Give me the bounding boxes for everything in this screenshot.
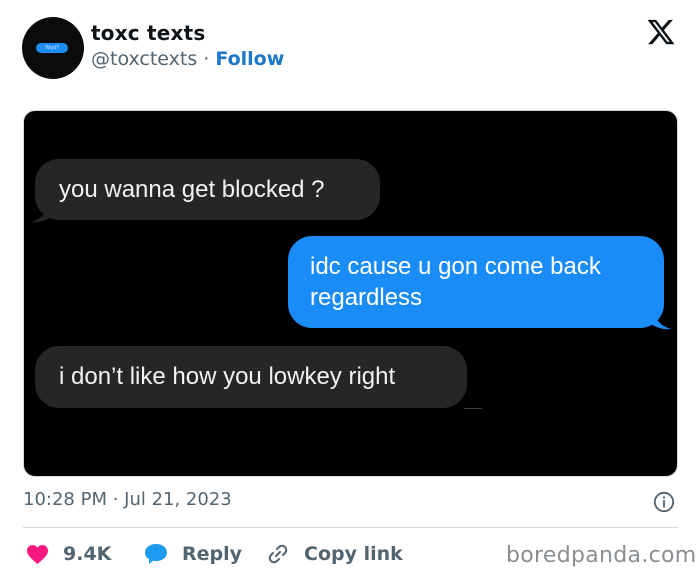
heart-icon bbox=[27, 544, 48, 564]
display-name[interactable]: toxc texts bbox=[91, 21, 206, 45]
reply-label: Reply bbox=[182, 543, 243, 565]
tweet-timestamp[interactable]: 10:28 PM · Jul 21, 2023 bbox=[23, 489, 232, 510]
copy-link-label: Copy link bbox=[304, 543, 403, 565]
message-bubble-incoming: you wanna get blocked ? bbox=[35, 159, 380, 220]
user-handle[interactable]: @toxctexts bbox=[91, 48, 197, 70]
footer-divider bbox=[23, 527, 678, 528]
reply-bubble-icon bbox=[145, 544, 167, 564]
watermark: boredpanda.com bbox=[506, 543, 697, 568]
avatar-badge: Wyd? bbox=[36, 43, 68, 53]
handle-row: @toxctexts · Follow bbox=[91, 48, 284, 70]
tweet-media-image[interactable]: you wanna get blocked ? idc cause u gon … bbox=[23, 110, 678, 477]
divider-line bbox=[464, 408, 482, 409]
copy-link-button[interactable]: Copy link bbox=[266, 541, 403, 567]
message-bubble-outgoing: idc cause u gon come back regardless bbox=[288, 236, 664, 328]
outgoing-line-1: idc cause u gon come back bbox=[310, 253, 601, 280]
like-button[interactable]: 9.4K bbox=[26, 541, 111, 567]
tweet-card: Wyd? toxc texts @toxctexts · Follow you … bbox=[0, 0, 700, 581]
bubble-tail-icon bbox=[650, 311, 672, 330]
separator-dot: · bbox=[203, 48, 210, 70]
follow-button[interactable]: Follow bbox=[215, 48, 284, 70]
x-logo-icon[interactable] bbox=[646, 17, 676, 47]
bubble-tail-icon bbox=[30, 204, 52, 223]
info-icon[interactable] bbox=[653, 491, 675, 513]
message-bubble-incoming: i don’t like how you lowkey right bbox=[35, 346, 467, 408]
like-count: 9.4K bbox=[63, 543, 112, 565]
avatar[interactable]: Wyd? bbox=[22, 17, 84, 79]
reply-button[interactable]: Reply bbox=[144, 541, 242, 567]
outgoing-line-2: regardless bbox=[310, 284, 423, 311]
link-icon bbox=[268, 544, 288, 564]
